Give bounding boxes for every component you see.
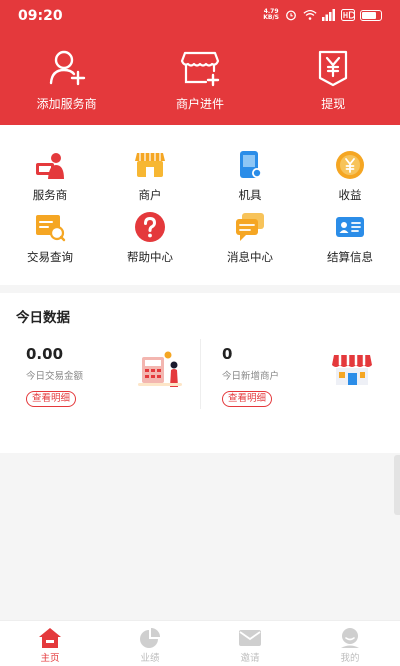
message-chat-icon: [236, 213, 264, 241]
battery-fill: [362, 11, 377, 19]
mail-icon: [239, 630, 261, 646]
service-provider-icon: [36, 153, 64, 179]
wifi-icon: [303, 9, 317, 20]
status-icons: 4.79 KB/S: [263, 9, 382, 21]
transaction-search-icon: [36, 215, 66, 242]
withdraw-yen-icon: [319, 50, 348, 87]
stat-label: 今日新增商户: [222, 371, 280, 382]
merchant-onboarding-button[interactable]: 商户进件: [133, 48, 266, 112]
nav-label: 主页: [40, 653, 60, 664]
grid-item-merchant[interactable]: 商户: [100, 149, 200, 203]
battery-icon: [360, 9, 382, 21]
hd-icon: [341, 9, 355, 21]
grid-item-label: 服务商: [32, 188, 68, 202]
nav-label: 我的: [340, 653, 360, 664]
function-grid: 服务商 商户 机具 收益 交易查询 帮助中心 消息中心 结算信息: [0, 125, 400, 285]
header-actions: 添加服务商 商户进件 提现: [0, 48, 400, 112]
nav-label: 邀请: [240, 653, 260, 664]
transaction-illustration-icon: [138, 351, 182, 387]
add-service-provider-label: 添加服务商: [36, 97, 97, 111]
home-icon: [39, 628, 61, 648]
view-details-button[interactable]: 查看明细: [222, 391, 273, 407]
merchant-onboarding-label: 商户进件: [175, 97, 224, 111]
pie-chart-icon: [140, 628, 160, 648]
profile-icon: [341, 628, 359, 648]
grid-item-settlement-info[interactable]: 结算信息: [300, 211, 400, 265]
stat-today-transaction-amount: 0.00 今日交易金额 查看明细: [26, 345, 206, 415]
merchant-store-icon: [135, 153, 165, 177]
grid-item-label: 商户: [138, 188, 162, 202]
grid-item-label: 结算信息: [327, 250, 373, 264]
side-scroll-handle[interactable]: [394, 455, 400, 515]
nav-invite[interactable]: 邀请: [200, 621, 300, 666]
status-bar: 09:20 4.79 KB/S: [0, 0, 400, 32]
help-question-icon: [135, 212, 165, 242]
earnings-coin-icon: [336, 151, 364, 179]
stat-value: 0: [222, 345, 233, 363]
function-grid-row-1: 服务商 商户 机具 收益: [0, 149, 400, 203]
view-details-button[interactable]: 查看明细: [26, 391, 77, 407]
network-speed: 4.79 KB/S: [263, 9, 279, 21]
grid-item-label: 收益: [338, 188, 362, 202]
alarm-icon: [286, 10, 296, 21]
grid-item-label: 机具: [238, 188, 262, 202]
grid-item-earnings[interactable]: 收益: [300, 149, 400, 203]
nav-performance[interactable]: 业绩: [100, 621, 200, 666]
status-time: 09:20: [18, 8, 63, 24]
stat-today-new-merchants: 0 今日新增商户 查看明细: [222, 345, 400, 415]
today-data-title: 今日数据: [16, 310, 70, 326]
function-grid-row-2: 交易查询 帮助中心 消息中心 结算信息: [0, 211, 400, 265]
grid-item-message-center[interactable]: 消息中心: [200, 211, 300, 265]
withdraw-button[interactable]: 提现: [267, 48, 400, 112]
grid-item-label: 帮助中心: [127, 250, 173, 264]
grid-item-service-provider[interactable]: 服务商: [0, 149, 100, 203]
pos-device-icon: [240, 151, 262, 178]
today-data-card: 今日数据 0.00 今日交易金额 查看明细 0 今日新增商户 查看明细: [0, 293, 400, 453]
grid-item-help-center[interactable]: 帮助中心: [100, 211, 200, 265]
nav-profile[interactable]: 我的: [300, 621, 400, 666]
grid-item-pos-device[interactable]: 机具: [200, 149, 300, 203]
add-user-icon: [49, 50, 85, 86]
store-illustration-icon: [332, 355, 372, 385]
signal-icon: [322, 9, 335, 21]
settlement-card-icon: [336, 217, 364, 237]
grid-item-transaction-search[interactable]: 交易查询: [0, 211, 100, 265]
nav-home[interactable]: 主页: [0, 621, 100, 666]
store-add-icon: [180, 51, 220, 87]
withdraw-label: 提现: [321, 97, 346, 111]
bottom-navigation: 主页 业绩 邀请 我的: [0, 620, 400, 666]
header: 09:20 4.79 KB/S 添加服务商 商户进件 提现: [0, 0, 400, 125]
add-service-provider-button[interactable]: 添加服务商: [0, 48, 133, 112]
grid-item-label: 交易查询: [27, 250, 73, 264]
grid-item-label: 消息中心: [227, 250, 273, 264]
network-speed-unit: KB/S: [263, 14, 279, 21]
nav-label: 业绩: [140, 653, 160, 664]
